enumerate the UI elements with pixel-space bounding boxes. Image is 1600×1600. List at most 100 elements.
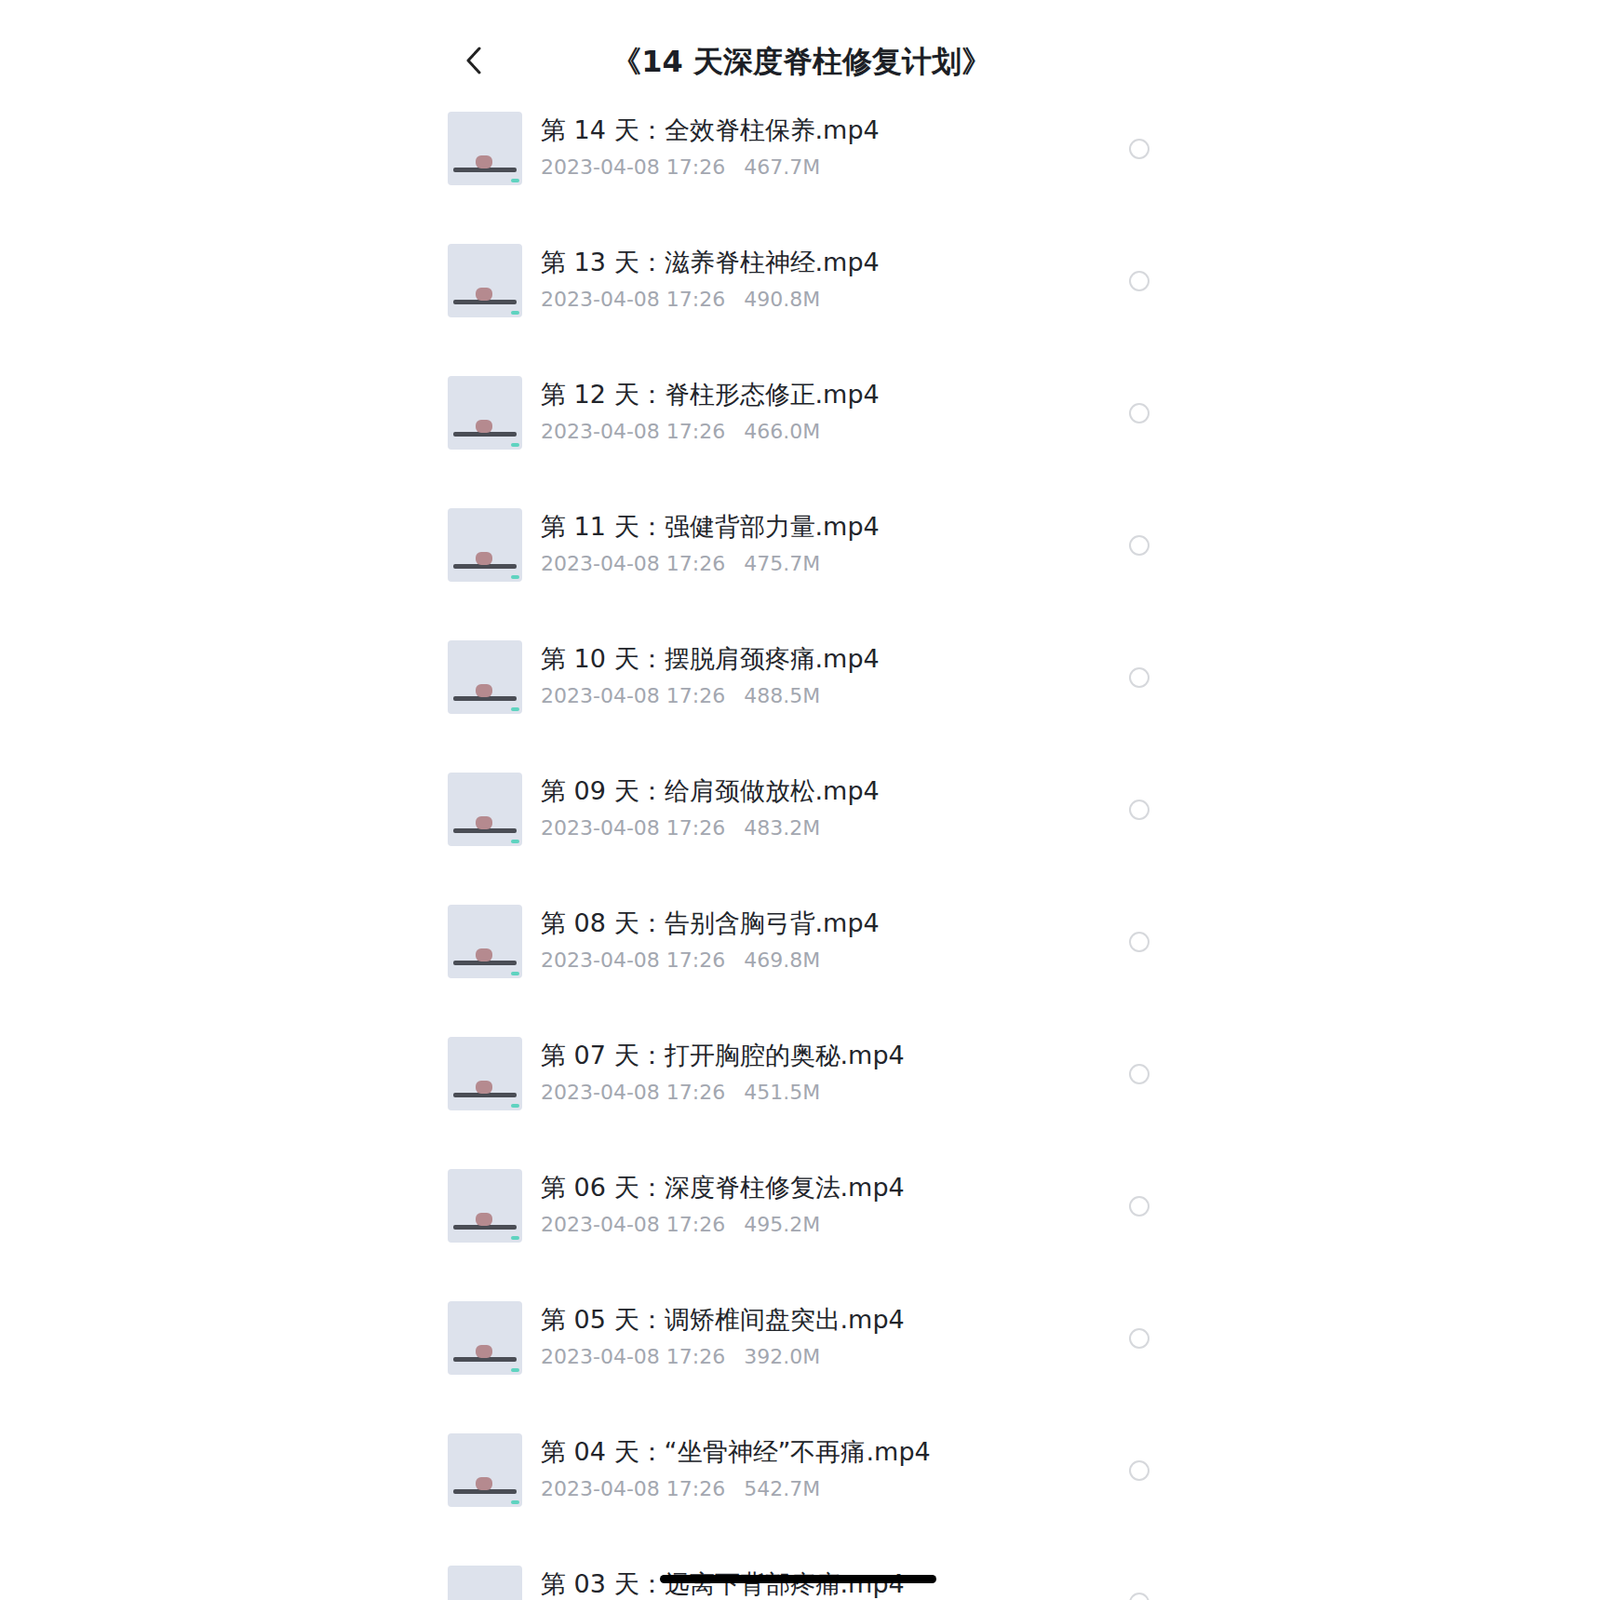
file-list: 第 14 天：全效脊柱保养.mp42023-04-08 17:26467.7M第…	[447, 102, 1165, 1600]
file-date: 2023-04-08 17:26	[540, 941, 726, 980]
file-name: 第 13 天：滋养脊柱神经.mp4	[540, 243, 1130, 282]
file-size: 542.7M	[743, 1470, 821, 1508]
file-name: 第 05 天：调矫椎间盘突出.mp4	[540, 1301, 1130, 1339]
file-row[interactable]: 第 09 天：给肩颈做放松.mp42023-04-08 17:26 483.2M	[447, 763, 1165, 896]
figure-shape	[475, 155, 493, 169]
select-radio[interactable]	[1129, 1592, 1150, 1600]
figure-shape	[475, 948, 493, 962]
file-date: 2023-04-08 17:26	[540, 281, 726, 319]
file-size: 467.7M	[743, 148, 821, 187]
figure-shape	[475, 287, 493, 301]
select-radio[interactable]	[1129, 1063, 1150, 1085]
file-name: 第 12 天：脊柱形态修正.mp4	[540, 376, 1130, 414]
file-meta: 2023-04-08 17:26 490.8M	[540, 281, 1130, 319]
file-meta: 2023-04-08 17:26475.7M	[540, 545, 1130, 583]
file-name: 第 04 天：“坐骨神经”不再痛.mp4	[540, 1433, 1130, 1471]
corner-mark	[510, 839, 520, 844]
corner-mark	[510, 707, 520, 712]
file-meta: 2023-04-08 17:26 466.0M	[540, 413, 1130, 451]
select-radio[interactable]	[1129, 1328, 1150, 1349]
figure-shape	[475, 419, 493, 433]
figure-shape	[475, 816, 493, 830]
figure-shape	[475, 551, 493, 565]
file-info: 第 07 天：打开胸腔的奥秘.mp42023-04-08 17:26451.5M	[540, 1036, 1130, 1112]
select-radio[interactable]	[1129, 535, 1150, 556]
select-radio[interactable]	[1129, 270, 1150, 292]
corner-mark	[510, 443, 520, 447]
file-meta: 2023-04-08 17:26 392.0M	[540, 1338, 1130, 1376]
file-row[interactable]: 第 06 天：深度脊柱修复法.mp42023-04-08 17:26 495.2M	[447, 1159, 1165, 1292]
file-info: 第 12 天：脊柱形态修正.mp42023-04-08 17:26 466.0M	[540, 376, 1130, 451]
file-date: 2023-04-08 17:26	[540, 1206, 726, 1244]
file-size: 451.5M	[743, 1074, 821, 1112]
file-size: 488.5M	[743, 677, 821, 715]
video-thumbnail	[447, 1433, 523, 1507]
select-radio[interactable]	[1129, 403, 1150, 424]
file-name: 第 14 天：全效脊柱保养.mp4	[540, 111, 1130, 149]
corner-mark	[510, 971, 520, 976]
select-radio[interactable]	[1129, 799, 1150, 821]
corner-mark	[510, 1236, 520, 1240]
file-info: 第 08 天：告别含胸弓背.mp42023-04-08 17:26469.8M	[540, 904, 1130, 980]
video-thumbnail	[447, 1036, 523, 1111]
select-radio[interactable]	[1129, 138, 1150, 160]
file-meta: 2023-04-08 17:26 495.2M	[540, 1206, 1130, 1244]
file-row[interactable]: 第 10 天：摆脱肩颈疼痛.mp42023-04-08 17:26488.5M	[447, 631, 1165, 764]
file-row[interactable]: 第 07 天：打开胸腔的奥秘.mp42023-04-08 17:26451.5M	[447, 1027, 1165, 1160]
file-meta: 2023-04-08 17:26469.8M	[540, 941, 1130, 980]
figure-shape	[475, 1344, 493, 1358]
file-info: 第 04 天：“坐骨神经”不再痛.mp42023-04-08 17:26542.…	[540, 1433, 1130, 1508]
corner-mark	[510, 1368, 520, 1372]
file-date: 2023-04-08 17:26	[540, 1074, 726, 1112]
video-thumbnail	[447, 508, 523, 582]
select-radio[interactable]	[1129, 931, 1150, 953]
file-name: 第 06 天：深度脊柱修复法.mp4	[540, 1169, 1130, 1207]
file-size: 466.0M	[743, 413, 821, 451]
file-size: 392.0M	[743, 1338, 821, 1376]
file-size: 495.2M	[743, 1206, 821, 1244]
file-row[interactable]: 第 14 天：全效脊柱保养.mp42023-04-08 17:26 467.7M	[447, 102, 1165, 235]
file-name: 第 09 天：给肩颈做放松.mp4	[540, 772, 1130, 810]
file-meta: 2023-04-08 17:26 483.2M	[540, 809, 1130, 848]
file-row[interactable]: 第 08 天：告别含胸弓背.mp42023-04-08 17:26469.8M	[447, 895, 1165, 1028]
figure-shape	[475, 1477, 493, 1491]
file-info: 第 06 天：深度脊柱修复法.mp42023-04-08 17:26 495.2M	[540, 1169, 1130, 1244]
page-title: 《14 天深度脊柱修复计划》	[611, 41, 992, 81]
file-size: 490.8M	[743, 281, 821, 319]
video-thumbnail	[447, 1169, 523, 1243]
file-meta: 2023-04-08 17:26 451.5M	[540, 1074, 1130, 1112]
file-row[interactable]: 第 11 天：强健背部力量.mp42023-04-08 17:26475.7M	[447, 498, 1165, 632]
file-info: 第 10 天：摆脱肩颈疼痛.mp42023-04-08 17:26488.5M	[540, 640, 1130, 715]
back-icon[interactable]	[460, 44, 489, 77]
figure-shape	[475, 1080, 493, 1094]
file-row[interactable]: 第 04 天：“坐骨神经”不再痛.mp42023-04-08 17:26542.…	[447, 1424, 1165, 1557]
file-row[interactable]: 第 12 天：脊柱形态修正.mp42023-04-08 17:26 466.0M	[447, 366, 1165, 499]
file-name: 第 11 天：强健背部力量.mp4	[540, 508, 1130, 546]
select-radio[interactable]	[1129, 1460, 1150, 1481]
file-meta: 2023-04-08 17:26542.7M	[540, 1470, 1130, 1508]
corner-mark	[510, 1103, 520, 1108]
video-thumbnail	[447, 904, 523, 979]
file-info: 第 14 天：全效脊柱保养.mp42023-04-08 17:26 467.7M	[540, 111, 1130, 187]
file-size: 483.2M	[743, 809, 821, 848]
file-meta: 2023-04-08 17:26 467.7M	[540, 148, 1130, 187]
video-thumbnail	[447, 376, 523, 450]
video-thumbnail	[447, 640, 523, 714]
select-radio[interactable]	[1129, 1196, 1150, 1217]
video-thumbnail	[447, 111, 523, 186]
corner-mark	[510, 1500, 520, 1505]
video-thumbnail	[447, 772, 523, 847]
file-meta: 2023-04-08 17:26 488.5M	[540, 677, 1130, 715]
file-date: 2023-04-08 17:26	[540, 677, 726, 715]
file-date: 2023-04-08 17:26	[540, 809, 726, 848]
select-radio[interactable]	[1129, 667, 1150, 688]
file-name: 第 08 天：告别含胸弓背.mp4	[540, 904, 1130, 942]
file-info: 第 05 天：调矫椎间盘突出.mp42023-04-08 17:26 392.0M	[540, 1301, 1130, 1376]
file-row[interactable]: 第 13 天：滋养脊柱神经.mp42023-04-08 17:26 490.8M	[447, 234, 1165, 367]
corner-mark	[510, 178, 520, 183]
file-date: 2023-04-08 17:26	[540, 148, 726, 187]
file-date: 2023-04-08 17:26	[540, 1338, 726, 1376]
file-date: 2023-04-08 17:26	[540, 413, 726, 451]
file-row[interactable]: 第 05 天：调矫椎间盘突出.mp42023-04-08 17:26 392.0M	[447, 1291, 1165, 1425]
figure-shape	[475, 1212, 493, 1226]
